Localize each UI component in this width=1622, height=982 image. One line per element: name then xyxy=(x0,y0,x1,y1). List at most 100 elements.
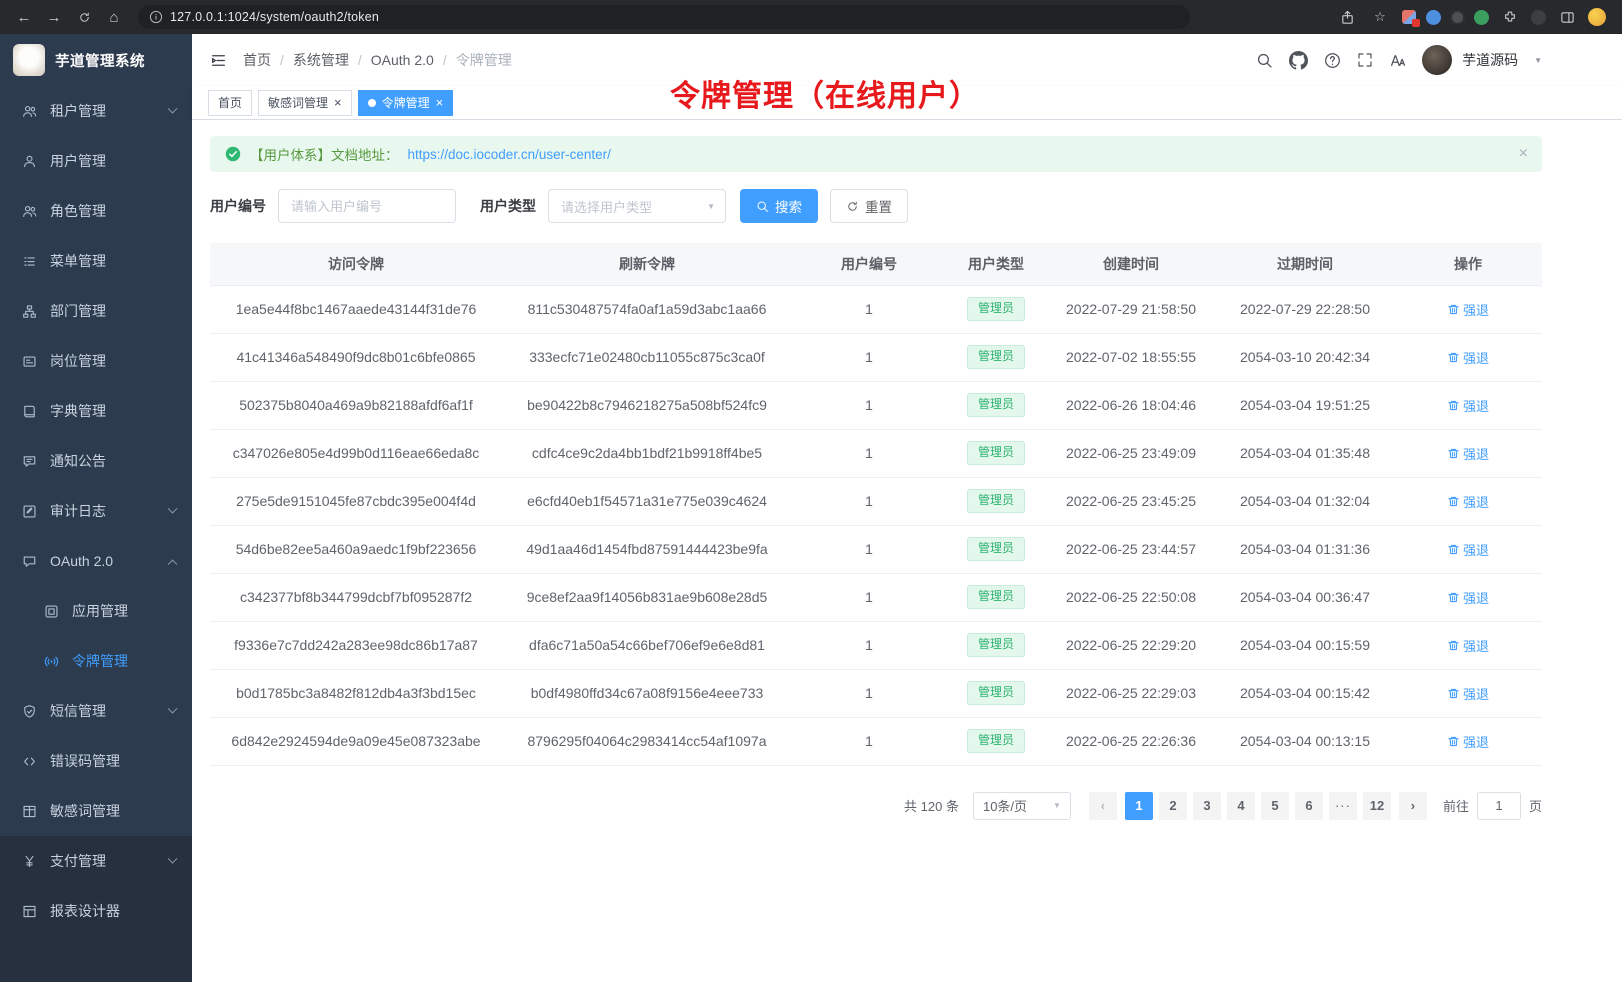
force-logout-button[interactable]: 强退 xyxy=(1447,732,1489,751)
sidebar-item-role[interactable]: 角色管理 xyxy=(0,186,192,236)
font-size-icon[interactable] xyxy=(1389,52,1406,69)
search-icon[interactable] xyxy=(1256,52,1273,69)
user-id-input[interactable] xyxy=(278,189,456,223)
help-icon[interactable] xyxy=(1324,52,1341,69)
tab-home[interactable]: 首页 xyxy=(208,90,252,116)
tab-close-icon[interactable]: × xyxy=(436,96,444,109)
force-logout-button[interactable]: 强退 xyxy=(1447,684,1489,703)
expires-at-cell: 2054-03-04 19:51:25 xyxy=(1216,381,1394,429)
tab-close-icon[interactable]: × xyxy=(334,96,342,109)
forward-icon[interactable]: → xyxy=(42,5,66,29)
sidebar-item-label: 敏感词管理 xyxy=(50,801,120,821)
sidebar-item-dict[interactable]: 字典管理 xyxy=(0,386,192,436)
extension-icon-grid[interactable] xyxy=(1401,9,1417,25)
tab-split-icon[interactable] xyxy=(1555,5,1579,29)
user-type-select[interactable]: 请选择用户类型 ▼ xyxy=(548,189,726,223)
chevron-down-icon: ▼ xyxy=(707,202,715,211)
sidebar-item-pay[interactable]: 支付管理 xyxy=(0,836,192,886)
chevron-down-icon xyxy=(168,703,178,713)
force-logout-button[interactable]: 强退 xyxy=(1447,348,1489,367)
force-logout-button[interactable]: 强退 xyxy=(1447,300,1489,319)
created-at-cell: 2022-06-25 23:45:25 xyxy=(1046,477,1216,525)
sidebar-item-user[interactable]: 用户管理 xyxy=(0,136,192,186)
force-logout-button[interactable]: 强退 xyxy=(1447,444,1489,463)
pagination: 共 120 条 10条/页 ▼ ‹ 123456···12 › 前往 页 xyxy=(210,792,1542,820)
expires-at-cell: 2054-03-04 01:35:48 xyxy=(1216,429,1394,477)
doc-link[interactable]: https://doc.iocoder.cn/user-center/ xyxy=(408,147,611,162)
pagination-page-4[interactable]: 4 xyxy=(1227,792,1255,820)
sidebar-item-oauth2-token[interactable]: 令牌管理 xyxy=(0,636,192,686)
pagination-page-12[interactable]: 12 xyxy=(1363,792,1391,820)
table-row: c342377bf8b344799dcbf7bf095287f29ce8ef2a… xyxy=(210,573,1542,621)
sidebar-item-notice[interactable]: 通知公告 xyxy=(0,436,192,486)
sidebar-item-error-code[interactable]: 错误码管理 xyxy=(0,736,192,786)
breadcrumb-item[interactable]: 首页 xyxy=(243,50,271,70)
sidebar-collapse-icon[interactable] xyxy=(210,52,227,69)
sidebar-item-menu[interactable]: 菜单管理 xyxy=(0,236,192,286)
alert-close-icon[interactable]: × xyxy=(1519,145,1528,163)
user-name[interactable]: 芋道源码 xyxy=(1462,50,1518,70)
sidebar-item-dept[interactable]: 部门管理 xyxy=(0,286,192,336)
search-button[interactable]: 搜索 xyxy=(740,189,818,223)
tab-oauth2-token[interactable]: 令牌管理× xyxy=(358,90,454,116)
sidebar-item-sensitive-word[interactable]: 敏感词管理 xyxy=(0,786,192,836)
home-icon[interactable]: ⌂ xyxy=(102,5,126,29)
share-icon[interactable] xyxy=(1335,5,1359,29)
tab-label: 首页 xyxy=(218,94,242,111)
expires-at-cell: 2054-03-04 00:36:47 xyxy=(1216,573,1394,621)
sidebar-item-report[interactable]: 报表设计器 xyxy=(0,886,192,936)
extension-icon-dark[interactable] xyxy=(1450,10,1465,25)
github-icon[interactable] xyxy=(1289,51,1308,70)
profile-avatar[interactable] xyxy=(1588,8,1606,26)
page-size-select[interactable]: 10条/页 ▼ xyxy=(973,792,1071,820)
tab-sensitive-word[interactable]: 敏感词管理 × xyxy=(258,90,352,116)
force-logout-button[interactable]: 强退 xyxy=(1447,636,1489,655)
fullscreen-icon[interactable] xyxy=(1357,52,1373,68)
tab-label: 敏感词管理 xyxy=(268,94,328,111)
reset-button[interactable]: 重置 xyxy=(830,189,908,223)
goto-page-input[interactable] xyxy=(1477,792,1521,820)
sidebar-item-label: 错误码管理 xyxy=(50,751,120,771)
site-info-icon[interactable] xyxy=(149,10,163,24)
search-icon xyxy=(756,200,769,213)
sidebar-item-post[interactable]: 岗位管理 xyxy=(0,336,192,386)
bookmark-star-icon[interactable]: ☆ xyxy=(1368,5,1392,29)
pagination-prev-button[interactable]: ‹ xyxy=(1089,792,1117,820)
pagination-page-5[interactable]: 5 xyxy=(1261,792,1289,820)
force-logout-button[interactable]: 强退 xyxy=(1447,396,1489,415)
app-logo[interactable]: 芋道管理系统 xyxy=(0,34,192,86)
force-logout-button[interactable]: 强退 xyxy=(1447,540,1489,559)
reload-icon[interactable] xyxy=(72,5,96,29)
table-header-row: 访问令牌刷新令牌用户编号用户类型创建时间过期时间操作 xyxy=(210,243,1542,285)
extension-icon-dark2[interactable] xyxy=(1531,10,1546,25)
pagination-page-3[interactable]: 3 xyxy=(1193,792,1221,820)
extensions-puzzle-icon[interactable] xyxy=(1498,5,1522,29)
access-token-cell: c347026e805e4d99b0d116eae66eda8c xyxy=(210,429,502,477)
sidebar-item-audit-log[interactable]: 审计日志 xyxy=(0,486,192,536)
pagination-next-button[interactable]: › xyxy=(1399,792,1427,820)
user-avatar[interactable] xyxy=(1422,45,1452,75)
breadcrumb-item[interactable]: 系统管理 xyxy=(293,50,349,70)
access-token-cell: f9336e7c7dd242a283ee98dc86b17a87 xyxy=(210,621,502,669)
url-bar[interactable]: 127.0.0.1:1024/system/oauth2/token xyxy=(138,5,1190,29)
chevron-down-icon[interactable]: ▼ xyxy=(1534,56,1542,65)
sidebar-item-sms[interactable]: 短信管理 xyxy=(0,686,192,736)
back-icon[interactable]: ← xyxy=(12,5,36,29)
sidebar-item-oauth2[interactable]: OAuth 2.0 xyxy=(0,536,192,586)
extension-icon-blue[interactable] xyxy=(1426,10,1441,25)
sidebar-item-oauth2-app[interactable]: 应用管理 xyxy=(0,586,192,636)
pagination-page-6[interactable]: 6 xyxy=(1295,792,1323,820)
sidebar-item-label: 令牌管理 xyxy=(72,651,128,671)
extension-icon-green[interactable] xyxy=(1474,10,1489,25)
pagination-more-button[interactable]: ··· xyxy=(1329,792,1357,820)
breadcrumb-item[interactable]: OAuth 2.0 xyxy=(371,52,434,68)
refresh-token-cell: 333ecfc71e02480cb11055c875c3ca0f xyxy=(502,333,792,381)
sidebar-item-tenant[interactable]: 租户管理 xyxy=(0,86,192,136)
pagination-page-2[interactable]: 2 xyxy=(1159,792,1187,820)
extension-badge xyxy=(1412,19,1420,27)
pagination-page-1[interactable]: 1 xyxy=(1125,792,1153,820)
force-logout-button[interactable]: 强退 xyxy=(1447,588,1489,607)
trash-icon xyxy=(1447,687,1460,700)
page-unit-label: 页 xyxy=(1529,796,1542,815)
force-logout-button[interactable]: 强退 xyxy=(1447,492,1489,511)
